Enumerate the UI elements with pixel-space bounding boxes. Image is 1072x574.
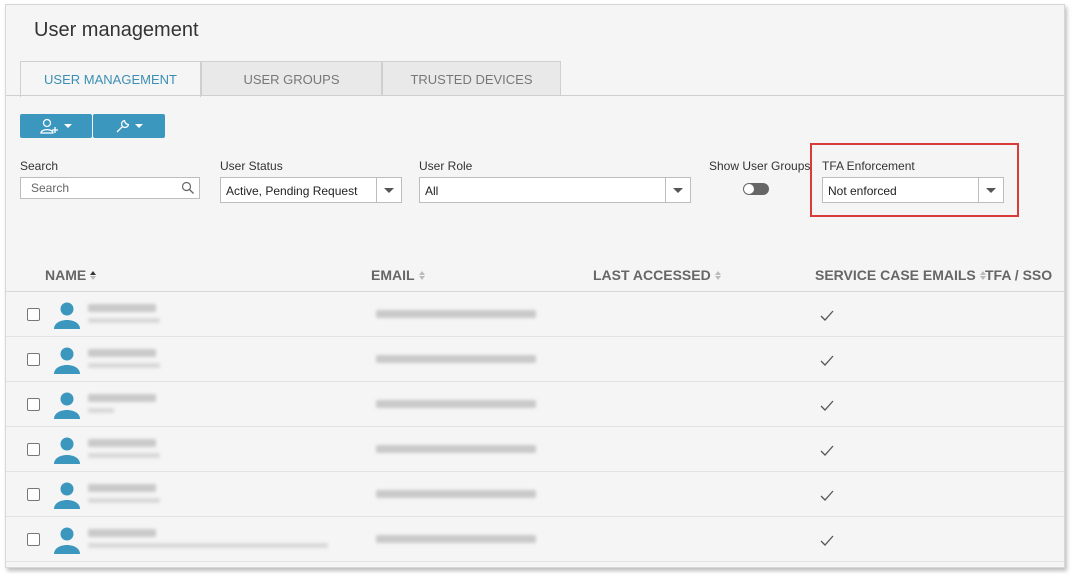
email-redacted — [376, 535, 536, 543]
tfa-enforcement-label: TFA Enforcement — [822, 159, 915, 173]
user-login-redacted — [88, 363, 160, 368]
user-name-redacted — [88, 304, 156, 312]
column-header-name[interactable]: NAME — [45, 267, 97, 283]
column-header-email-label: EMAIL — [371, 267, 415, 283]
table-row[interactable] — [6, 337, 1064, 382]
search-field — [20, 177, 200, 199]
email-redacted — [376, 310, 536, 318]
column-header-last-accessed-label: LAST ACCESSED — [593, 267, 711, 283]
user-avatar-icon — [54, 302, 80, 329]
column-header-last-accessed[interactable]: LAST ACCESSED — [593, 267, 721, 283]
row-checkbox[interactable] — [27, 488, 40, 501]
user-login-redacted — [88, 453, 160, 458]
user-name-redacted — [88, 349, 156, 357]
sort-icon — [714, 270, 721, 280]
user-name-redacted — [88, 394, 156, 402]
chevron-down-icon — [673, 187, 683, 193]
tfa-dropdown-toggle[interactable] — [978, 178, 1003, 202]
checkmark-icon — [820, 310, 834, 321]
checkmark-icon — [820, 490, 834, 501]
user-role-select[interactable]: All — [419, 177, 691, 203]
tools-button[interactable] — [93, 114, 165, 138]
toggle-knob — [744, 184, 754, 194]
column-header-tfa-sso-label: TFA / SSO — [985, 267, 1053, 283]
user-avatar-icon — [54, 482, 80, 509]
column-header-tfa-sso[interactable]: TFA / SSO — [985, 267, 1052, 283]
user-login-redacted — [88, 498, 160, 503]
user-login-redacted — [88, 543, 328, 548]
email-redacted — [376, 400, 536, 408]
user-status-value: Active, Pending Request — [226, 184, 358, 198]
email-redacted — [376, 355, 536, 363]
user-name-redacted — [88, 439, 156, 447]
checkmark-icon — [820, 445, 834, 456]
row-checkbox[interactable] — [27, 353, 40, 366]
tab-user-groups[interactable]: USER GROUPS — [201, 61, 382, 96]
user-name-redacted — [88, 484, 156, 492]
chevron-down-icon — [986, 187, 996, 193]
wrench-icon — [116, 119, 130, 133]
tab-trusted-devices[interactable]: TRUSTED DEVICES — [382, 61, 561, 96]
email-redacted — [376, 445, 536, 453]
user-avatar-icon — [54, 392, 80, 419]
table-row[interactable] — [6, 427, 1064, 472]
add-user-icon — [40, 118, 58, 134]
table-row[interactable] — [6, 472, 1064, 517]
search-input[interactable] — [21, 178, 181, 198]
chevron-down-icon — [64, 124, 72, 128]
user-role-value: All — [425, 184, 439, 198]
user-management-window: User management USER MANAGEMENT USER GRO… — [5, 4, 1065, 568]
column-header-name-label: NAME — [45, 267, 87, 283]
user-role-dropdown-toggle[interactable] — [665, 178, 690, 202]
checkmark-icon — [820, 400, 834, 411]
row-checkbox[interactable] — [27, 308, 40, 321]
show-user-groups-label: Show User Groups — [709, 159, 811, 173]
toolbar — [20, 114, 165, 138]
column-header-email[interactable]: EMAIL — [371, 267, 425, 283]
user-status-label: User Status — [220, 159, 283, 173]
sort-icon — [418, 270, 425, 280]
user-status-dropdown-toggle[interactable] — [376, 178, 401, 202]
tfa-enforcement-select[interactable]: Not enforced — [822, 177, 1004, 203]
user-avatar-icon — [54, 347, 80, 374]
search-icon[interactable] — [181, 181, 195, 195]
chevron-down-icon — [135, 124, 143, 128]
user-avatar-icon — [54, 527, 80, 554]
row-checkbox[interactable] — [27, 533, 40, 546]
user-name-redacted — [88, 529, 156, 537]
user-role-label: User Role — [419, 159, 473, 173]
user-status-select[interactable]: Active, Pending Request — [220, 177, 402, 203]
row-checkbox[interactable] — [27, 443, 40, 456]
sort-icon — [90, 270, 97, 280]
row-checkbox[interactable] — [27, 398, 40, 411]
tab-bar: USER MANAGEMENT USER GROUPS TRUSTED DEVI… — [20, 61, 561, 97]
user-avatar-icon — [54, 437, 80, 464]
checkmark-icon — [820, 535, 834, 546]
column-header-service-case-emails-label: SERVICE CASE EMAILS — [815, 267, 976, 283]
column-header-service-case-emails[interactable]: SERVICE CASE EMAILS — [815, 267, 986, 283]
table-row[interactable] — [6, 382, 1064, 427]
tfa-enforcement-value: Not enforced — [828, 184, 897, 198]
user-table-body — [6, 292, 1064, 562]
search-label: Search — [20, 159, 59, 173]
user-login-redacted — [88, 408, 114, 413]
email-redacted — [376, 490, 536, 498]
show-user-groups-toggle[interactable] — [743, 183, 769, 195]
tab-user-management[interactable]: USER MANAGEMENT — [20, 61, 201, 97]
checkmark-icon — [820, 355, 834, 366]
table-row[interactable] — [6, 517, 1064, 562]
chevron-down-icon — [384, 187, 394, 193]
tab-divider — [6, 95, 1064, 96]
user-login-redacted — [88, 318, 160, 323]
table-row[interactable] — [6, 292, 1064, 337]
add-user-button[interactable] — [20, 114, 92, 138]
page-title: User management — [34, 19, 199, 41]
